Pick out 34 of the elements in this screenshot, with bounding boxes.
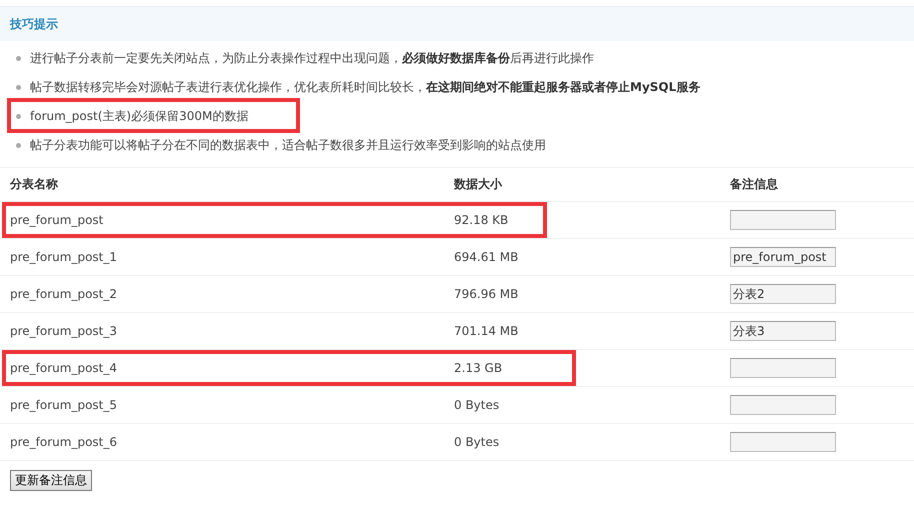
note-field[interactable]: 分表3 [730, 321, 836, 341]
data-size-cell-text: 0 Bytes [454, 435, 500, 449]
bullet-icon [16, 56, 21, 61]
column-header: 备注信息 [730, 176, 779, 193]
data-size-cell-text: 701.14 MB [454, 324, 520, 338]
note-field[interactable] [730, 358, 836, 378]
data-size-cell-text: 0 Bytes [454, 398, 500, 412]
tip-text: 进行帖子分表前一定要先关闭站点，为防止分表操作过程中出现问题，必须做好数据库备份后再进行此操作 [30, 50, 594, 67]
column-header: 分表名称 [10, 176, 59, 193]
panel-title: 技巧提示 [10, 16, 58, 32]
data-size-cell-text: 2.13 GB [454, 361, 504, 375]
table-name-cell-text: pre_forum_post_4 [10, 361, 118, 375]
data-size-cell-text: 694.61 MB [454, 250, 520, 264]
data-size-cell-text: 92.18 KB [454, 213, 510, 227]
table-name-cell-text: pre_forum_post_6 [10, 435, 118, 449]
bullet-icon [16, 143, 21, 148]
update-notes-button[interactable]: 更新备注信息 [10, 470, 92, 491]
note-field[interactable]: pre_forum_post [730, 247, 836, 267]
note-field[interactable]: 分表2 [730, 284, 836, 304]
tip-text: 帖子分表功能可以将帖子分在不同的数据表中，适合帖子数很多并且运行效率受到影响的站点使用 [30, 137, 546, 154]
table-name-cell-text: pre_forum_post [10, 213, 104, 227]
note-field[interactable] [730, 432, 836, 452]
table-name-cell-text: pre_forum_post_1 [10, 250, 118, 264]
bullet-icon [16, 85, 21, 90]
note-field[interactable] [730, 210, 836, 230]
tip-text: forum_post(主表)必须保留300M的数据 [30, 108, 248, 125]
data-size-cell-text: 796.96 MB [454, 287, 520, 301]
table-name-cell-text: pre_forum_post_3 [10, 324, 118, 338]
tip-text: 帖子数据转移完毕会对源帖子表进行表优化操作，优化表所耗时间比较长，在这期间绝对不能重起服务器或者停止MySQL服务 [30, 79, 700, 96]
column-header: 数据大小 [454, 176, 504, 193]
bullet-icon [16, 114, 21, 119]
table-name-cell-text: pre_forum_post_5 [10, 398, 118, 412]
note-field[interactable] [730, 395, 836, 415]
table-name-cell-text: pre_forum_post_2 [10, 287, 118, 301]
